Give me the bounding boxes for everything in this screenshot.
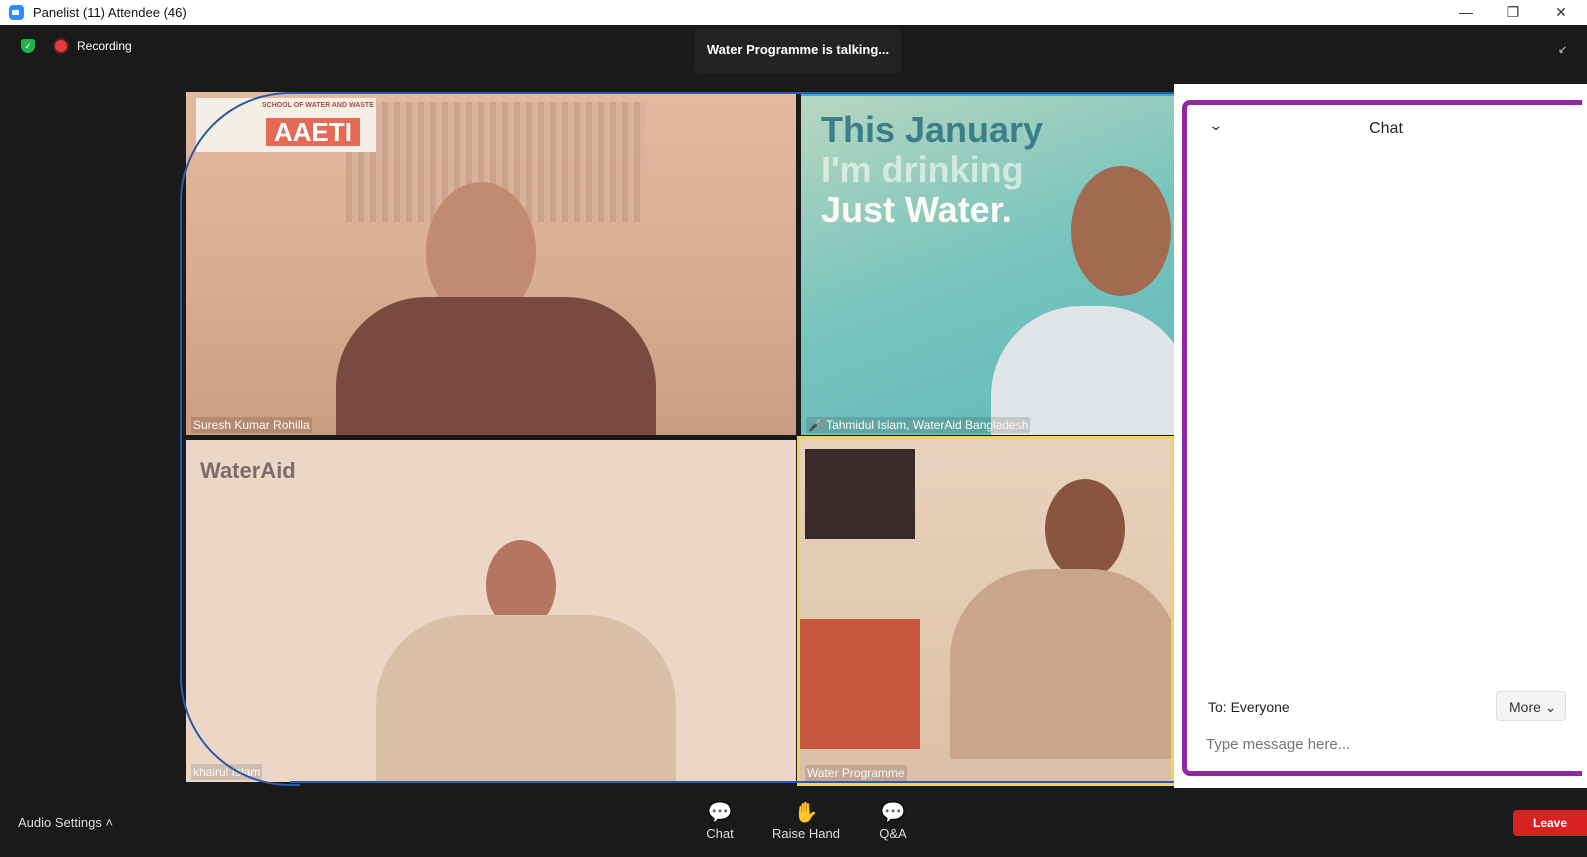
chat-icon: 💬 (707, 802, 733, 824)
chat-title: Chat (1369, 120, 1403, 137)
zoom-app-icon (9, 5, 24, 20)
participant-body (336, 297, 656, 435)
video-tile-khairul[interactable]: WaterAid khairul Islam (186, 440, 796, 782)
participant-head (1045, 479, 1125, 579)
video-tile-water-programme[interactable]: Water Programme (797, 436, 1174, 786)
window-title: Panelist (11) Attendee (46) (33, 5, 187, 20)
aaeti-logo: SCHOOL OF WATER AND WASTE AAETI (196, 98, 376, 152)
participant-name: 🎤̸ Tahmidul Islam, WaterAid Bangladesh (806, 417, 1031, 433)
encryption-shield-icon[interactable]: ✓ (21, 39, 35, 53)
qa-icon: 💬 (880, 802, 906, 824)
video-tile-tahmidul[interactable]: This January I'm drinking Just Water. 🎤̸… (801, 92, 1174, 435)
minimize-button[interactable]: — (1455, 2, 1477, 22)
raise-hand-button[interactable]: ✋ Raise Hand (766, 800, 846, 841)
poster-board (805, 449, 915, 539)
poster-text: This January I'm drinking Just Water. (821, 109, 1044, 230)
hand-icon: ✋ (793, 802, 819, 824)
chat-button[interactable]: 💬 Chat (680, 800, 760, 841)
qa-button[interactable]: 💬 Q&A (853, 800, 933, 841)
chat-recipient-label[interactable]: To: Everyone (1208, 699, 1290, 715)
participant-head (1071, 166, 1171, 296)
participant-body (376, 615, 676, 782)
window-titlebar: Panelist (11) Attendee (46) — ❐ ✕ (0, 0, 1587, 25)
leave-button[interactable]: Leave (1513, 810, 1587, 836)
close-button[interactable]: ✕ (1550, 2, 1572, 22)
participant-name: Suresh Kumar Rohilla (191, 417, 312, 433)
chevron-down-icon[interactable]: ⌄ (1208, 117, 1223, 134)
participant-name: Water Programme (805, 765, 907, 781)
wateraid-logo: WaterAid (200, 458, 296, 483)
restore-button[interactable]: ❐ (1502, 2, 1524, 22)
recording-icon (55, 40, 67, 52)
participant-body (991, 306, 1174, 435)
participant-name: khairul Islam (191, 764, 263, 780)
video-tile-suresh[interactable]: SCHOOL OF WATER AND WASTE AAETI Suresh K… (186, 92, 796, 435)
recording-label: Recording (77, 39, 132, 53)
red-chair (800, 619, 920, 749)
annotation-outline-top (290, 92, 1174, 94)
audio-settings-button[interactable]: Audio Settings ˄ (18, 815, 113, 830)
talking-indicator: Water Programme is talking... (695, 29, 901, 73)
annotation-outline-bottom (290, 781, 1174, 783)
muted-mic-icon: 🎤̸ (808, 418, 823, 432)
participant-body (950, 569, 1171, 759)
exit-fullscreen-icon[interactable]: ↙ (1558, 43, 1567, 56)
chat-message-input[interactable] (1204, 727, 1568, 761)
chat-frame-highlight (1182, 100, 1582, 776)
chat-more-button[interactable]: More ⌄ (1496, 691, 1566, 721)
